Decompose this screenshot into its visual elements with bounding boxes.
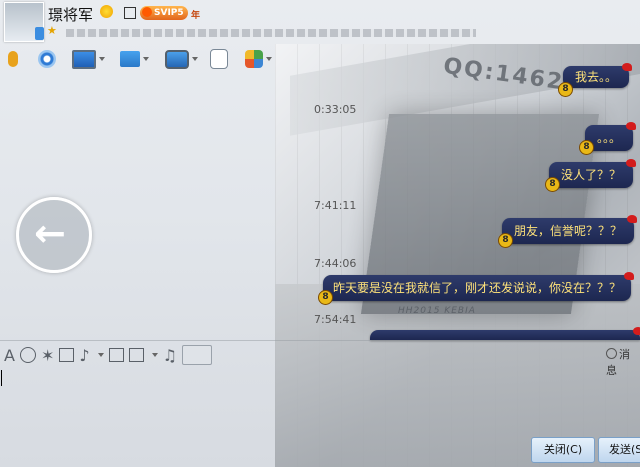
message-record-button[interactable]: 消息 [606,346,640,378]
apps-button[interactable] [245,48,272,70]
document-add-icon [210,49,228,69]
contact-name[interactable]: 璟将军 [48,4,93,25]
chevron-down-icon[interactable] [151,353,158,357]
chevron-down-icon[interactable] [99,57,105,61]
screenshot-scissors-button[interactable] [181,345,212,365]
create-discussion-button[interactable] [210,48,228,70]
screen-share-icon [72,49,96,69]
vip-badge[interactable]: SVIP5 [140,6,188,20]
message-bubble[interactable] [370,327,640,340]
arrow-left-icon: ← [34,211,66,255]
square-status-icon[interactable] [124,7,136,19]
chevron-down-icon[interactable] [192,57,198,61]
voice-call-button[interactable] [3,48,18,70]
clock-icon [606,348,617,359]
message-bubble[interactable]: 我去。。 [563,63,633,88]
member-level-badge: 8 [579,140,594,155]
message-timestamp: 0:33:05 [314,103,357,116]
message-bubble[interactable]: 没人了？？ [549,159,637,188]
video-call-button[interactable] [38,48,56,70]
monitor-icon [165,49,189,69]
skin-sub-text: HH2015 KEBIA [398,306,476,316]
close-button[interactable]: 关闭(C) [531,437,595,463]
image-icon[interactable] [128,348,144,362]
member-level-badge: 8 [545,177,560,192]
input-divider [0,340,640,341]
star-icon[interactable]: ★ [47,24,57,37]
vip-crown-icon [142,7,152,17]
bubble-corner-decoration [627,215,638,223]
edit-icon[interactable] [108,348,124,362]
camera-icon [38,50,56,68]
message-text: 。。。 [597,131,622,145]
chat-header: 璟将军 SVIP5 年 ★ [0,0,640,44]
send-button[interactable]: 发送(S [598,437,640,463]
emoji-icon[interactable] [19,347,36,363]
chevron-down-icon[interactable] [97,353,104,357]
input-toolbar: A ✶ ♪ ♫ [4,344,212,366]
bubble-corner-decoration [626,159,637,167]
magic-wand-icon[interactable]: ✶ [41,346,54,365]
phone-online-icon [35,27,44,40]
member-level-badge: 8 [318,290,333,305]
message-timestamp: 7:54:41 [314,313,357,326]
sun-level-icon[interactable] [100,5,113,18]
screen-share-button[interactable] [165,48,198,70]
text-cursor[interactable] [1,370,2,386]
bubble-corner-decoration [633,327,640,335]
bubble-corner-decoration [622,63,633,71]
back-button[interactable]: ← [16,197,92,273]
voice-message-icon[interactable]: ♪ [79,346,89,365]
message-text: 朋友，信誉呢？？？ [514,224,623,238]
video-clip-icon[interactable] [59,348,75,362]
apps-grid-icon [245,50,263,68]
message-text: 我去。。 [575,70,618,84]
music-icon[interactable]: ♫ [163,346,177,365]
vip-label: SVIP5 [154,8,184,18]
bubble-corner-decoration [624,272,635,280]
message-timestamp: 7:41:11 [314,199,357,212]
chevron-down-icon[interactable] [266,57,272,61]
chevron-down-icon[interactable] [143,57,149,61]
message-text: 昨天要是没在我就信了，刚才还发说说，你没在？？？ [333,281,622,295]
bubble-corner-decoration [626,122,637,130]
message-bubble[interactable]: 朋友，信誉呢？？？ [502,215,638,244]
send-file-button[interactable] [120,48,149,70]
vip-year-label: 年 [191,11,201,21]
avatar[interactable] [4,2,44,42]
remote-desktop-button[interactable] [72,48,105,70]
message-timestamp: 7:44:06 [314,257,357,270]
font-icon[interactable]: A [4,346,15,365]
folder-arrow-icon [120,51,140,67]
member-level-badge: 8 [558,82,573,97]
message-text: 没人了？？ [561,168,622,182]
message-bubble[interactable]: 昨天要是没在我就信了，刚才还发说说，你没在？？？ [323,272,635,301]
member-level-badge: 8 [498,233,513,248]
top-toolbar [0,44,290,74]
chat-window: QQ:1462 HH2015 KEBIA 璟将军 SVIP5 年 ★ ← 0:3… [0,0,640,467]
microphone-icon [8,51,18,67]
signature-text-blurred [66,29,476,37]
